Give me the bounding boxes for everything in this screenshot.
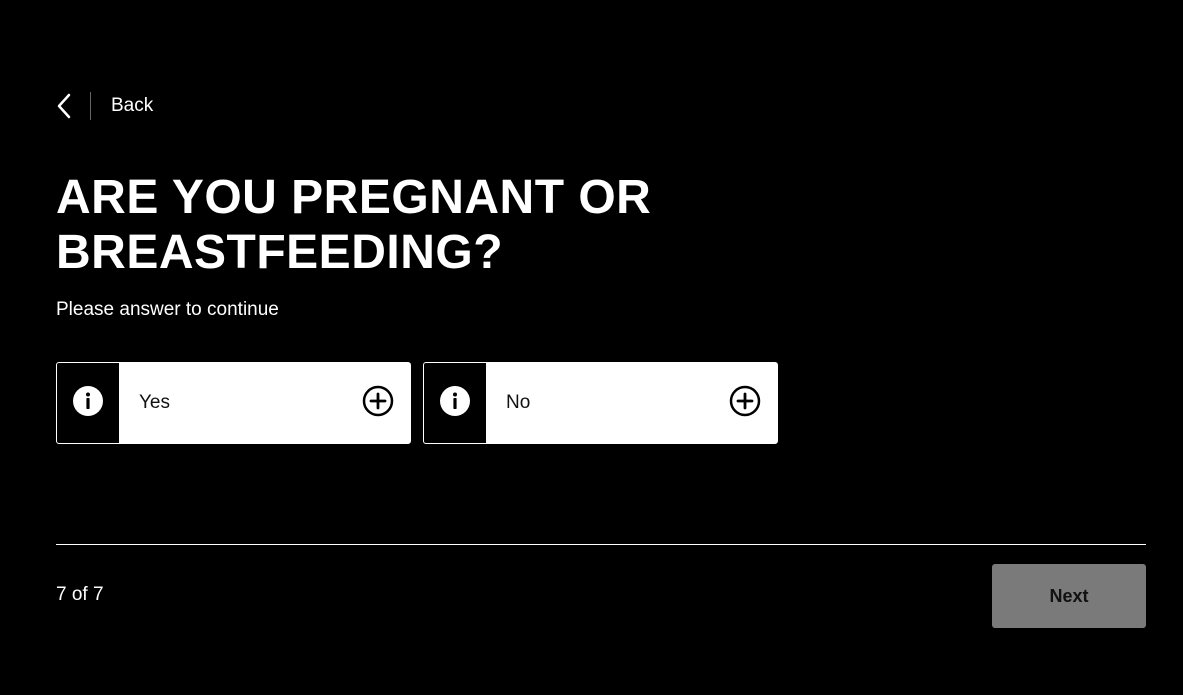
question-subtitle: Please answer to continue — [56, 299, 279, 320]
back-button[interactable]: Back — [56, 90, 153, 122]
option-no[interactable]: No — [423, 362, 778, 444]
next-button[interactable]: Next — [992, 564, 1146, 628]
option-no-add[interactable] — [713, 363, 777, 443]
plus-circle-icon — [362, 385, 394, 422]
step-progress: 7 of 7 — [56, 584, 104, 605]
chevron-left-icon — [56, 90, 82, 122]
question-title: ARE YOU PREGNANT OR BREASTFEEDING? — [56, 171, 652, 279]
questionnaire-page: Back ARE YOU PREGNANT OR BREASTFEEDING? … — [0, 0, 1183, 695]
option-no-info[interactable] — [424, 363, 486, 443]
info-icon — [72, 385, 104, 422]
back-label: Back — [111, 95, 154, 116]
plus-circle-icon — [729, 385, 761, 422]
option-no-label: No — [506, 392, 531, 413]
back-divider — [90, 92, 91, 120]
option-yes-add[interactable] — [346, 363, 410, 443]
info-icon — [439, 385, 471, 422]
footer-divider — [56, 544, 1146, 545]
option-yes-label: Yes — [139, 392, 170, 413]
option-yes-info[interactable] — [57, 363, 119, 443]
option-yes[interactable]: Yes — [56, 362, 411, 444]
